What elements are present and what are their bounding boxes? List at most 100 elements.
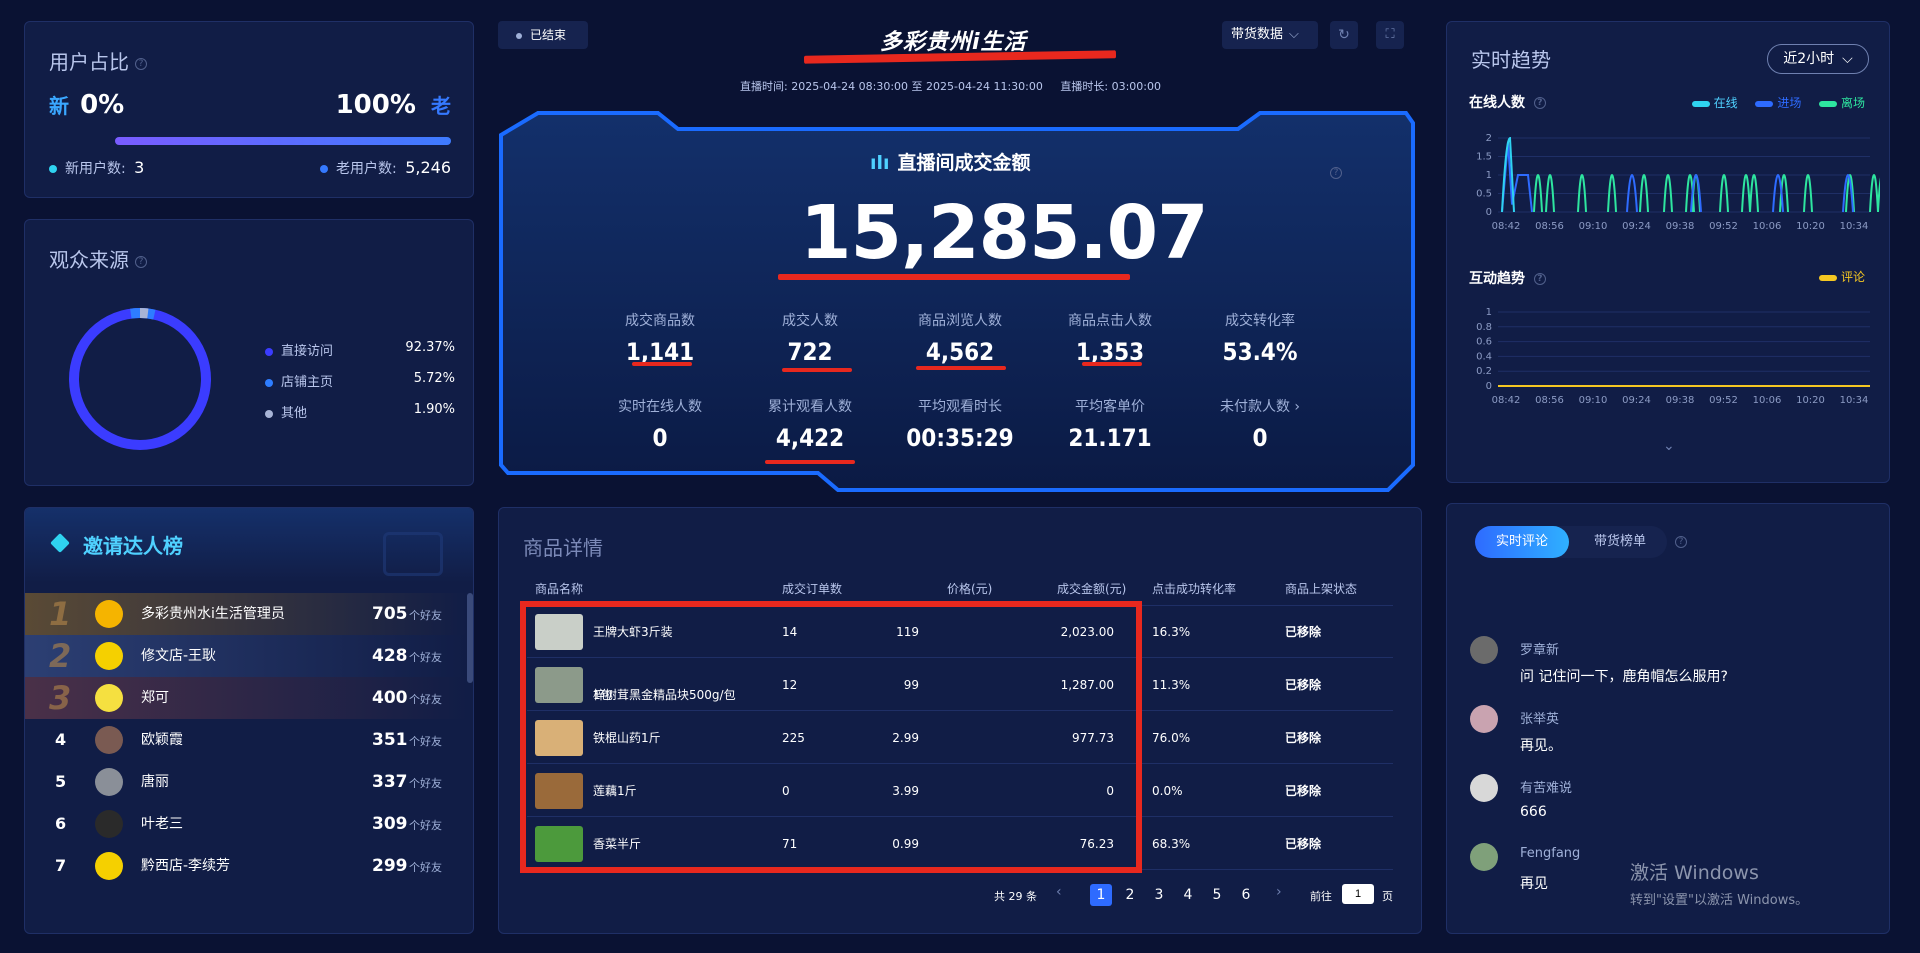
interact-legend: 评论 [1819,268,1865,285]
stat-item: 成交人数 722 [740,310,880,366]
page-button[interactable]: 3 [1148,884,1170,906]
stat-label: 平均客单价 [1075,399,1145,415]
help-icon[interactable]: ? [135,57,147,70]
page-button[interactable]: 5 [1206,884,1228,906]
range-dropdown[interactable]: 近2小时 ⌵ [1767,44,1869,74]
activation-watermark: 激活 Windows 转到"设置"以激活 Windows。 [1630,862,1809,908]
annotation-underline [1082,362,1142,366]
annotation-underline [803,50,1117,64]
audience-legend: 直接访问 92.37% 店铺主页 5.72% 其他 1.90% [265,340,455,433]
legend-shop-home: 店铺主页 5.72% [265,371,455,402]
tab-live-comments[interactable]: 实时评论 [1475,526,1569,558]
comment-author: 有苦难说 [1520,781,1573,796]
y-tick-label: 0.8 [1476,322,1492,333]
trend-title: 实时趋势 [1471,48,1551,72]
refresh-button[interactable]: ↻ [1330,21,1358,49]
stat-item[interactable]: 未付款人数 › 0 [1190,396,1330,452]
rank-number: 2 [49,637,72,675]
stat-item: 实时在线人数 0 [590,396,730,452]
rank-number: 1 [49,595,72,633]
ranking-row: 1 多彩贵州水i生活管理员 705 个好友 [25,593,467,635]
ranking-name: 黔西店-李续芳 [141,858,231,874]
status-badge: 已结束 [498,21,588,49]
ranking-name: 欧颖霞 [141,732,183,748]
tab-sales-ranking[interactable]: 带货榜单 [1573,526,1667,558]
product-title: 商品详情 [523,536,603,560]
y-tick-label: 0.6 [1476,337,1492,348]
page-unit-label: 页 [1382,890,1393,903]
interact-chart-title: 互动趋势 ? [1469,268,1546,288]
help-icon[interactable]: ? [1330,167,1342,179]
stat-item: 商品浏览人数 4,562 [890,310,1030,366]
page-button[interactable]: 1 [1090,884,1112,906]
annotation-underline [632,362,692,366]
ranking-count: 351 [372,730,408,750]
help-icon[interactable]: ? [1533,97,1546,109]
stat-item: 平均观看时长 00:35:29 [890,396,1030,452]
stat-item: 成交转化率 53.4% [1190,310,1330,366]
avatar [95,684,123,712]
old-user-pct: 100% 老 [335,90,451,120]
annotation-underline [778,274,1130,280]
stat-label: 成交转化率 [1225,313,1295,329]
tv-icon [383,532,443,576]
chevron-down-icon: ⌵ [1289,27,1299,42]
data-type-dropdown[interactable]: 带货数据 ⌵ [1222,21,1318,49]
goto-label: 前往 [1310,890,1332,903]
page-button[interactable]: 2 [1119,884,1141,906]
rank-number: 3 [49,679,72,717]
rank-number: 4 [55,730,67,749]
comment-text: 666 [1520,804,1547,820]
old-user-count: 老用户数: 5,246 [320,158,451,178]
stat-item: 累计观看人数 4,422 [740,396,880,452]
comment-text: 再见。 [1520,738,1562,754]
shelf-status: 已移除 [1285,731,1322,745]
stat-value: 4,562 [925,338,995,366]
comment-tabs: 实时评论 带货榜单 [1475,526,1667,558]
y-tick-label: 0 [1486,207,1492,218]
comment-text: 问 记住问一下，鹿角帽怎么服用? [1520,669,1728,685]
stat-value: 722 [787,338,833,366]
page-title: 多彩贵州i生活 [880,30,1027,55]
stat-value: 53.4% [1222,338,1298,366]
stat-label: 平均观看时长 [918,399,1002,415]
ranking-count: 428 [372,646,408,666]
comment-author: 张举英 [1520,712,1560,727]
x-tick-label: 10:34 [1840,221,1869,232]
ranking-scrollbar[interactable] [467,593,473,683]
help-icon[interactable]: ? [135,255,147,268]
conversion-rate: 11.3% [1152,678,1191,692]
legend-other: 其他 1.90% [265,402,455,433]
ranking-row: 7 黔西店-李续芳 299 个好友 [25,845,467,887]
avatar [95,852,123,880]
annotation-underline [916,366,1006,370]
help-icon[interactable]: ? [1675,536,1687,548]
x-tick-label: 09:24 [1622,221,1651,232]
fullscreen-button[interactable]: ⛶ [1376,21,1404,49]
ranking-row: 6 叶老三 309 个好友 [25,803,467,845]
page-button[interactable]: 4 [1177,884,1199,906]
help-icon[interactable]: ? [1533,273,1546,285]
avatar [1470,636,1498,664]
sound-wave-icon: ılı [870,152,890,174]
x-tick-label: 10:06 [1753,221,1782,232]
avatar [95,642,123,670]
conversion-rate: 68.3% [1152,837,1191,851]
avatar [95,810,123,838]
x-tick-label: 10:34 [1840,395,1869,406]
x-tick-label: 08:42 [1492,395,1521,406]
goto-page-input[interactable] [1342,884,1374,904]
ranking-count: 337 [372,772,408,792]
stat-label: 商品浏览人数 [918,313,1002,329]
prev-page-icon[interactable]: ‹ [1056,884,1062,900]
ranking-count: 309 [372,814,408,834]
expand-down-icon[interactable]: ⌄ [1663,438,1675,454]
ranking-unit: 个好友 [409,693,442,706]
x-tick-label: 10:06 [1753,395,1782,406]
ranking-count: 299 [372,856,408,876]
shelf-status: 已移除 [1285,625,1322,639]
page-button[interactable]: 6 [1235,884,1257,906]
next-page-icon[interactable]: › [1276,884,1282,900]
avatar [95,726,123,754]
ranking-unit: 个好友 [409,777,442,790]
